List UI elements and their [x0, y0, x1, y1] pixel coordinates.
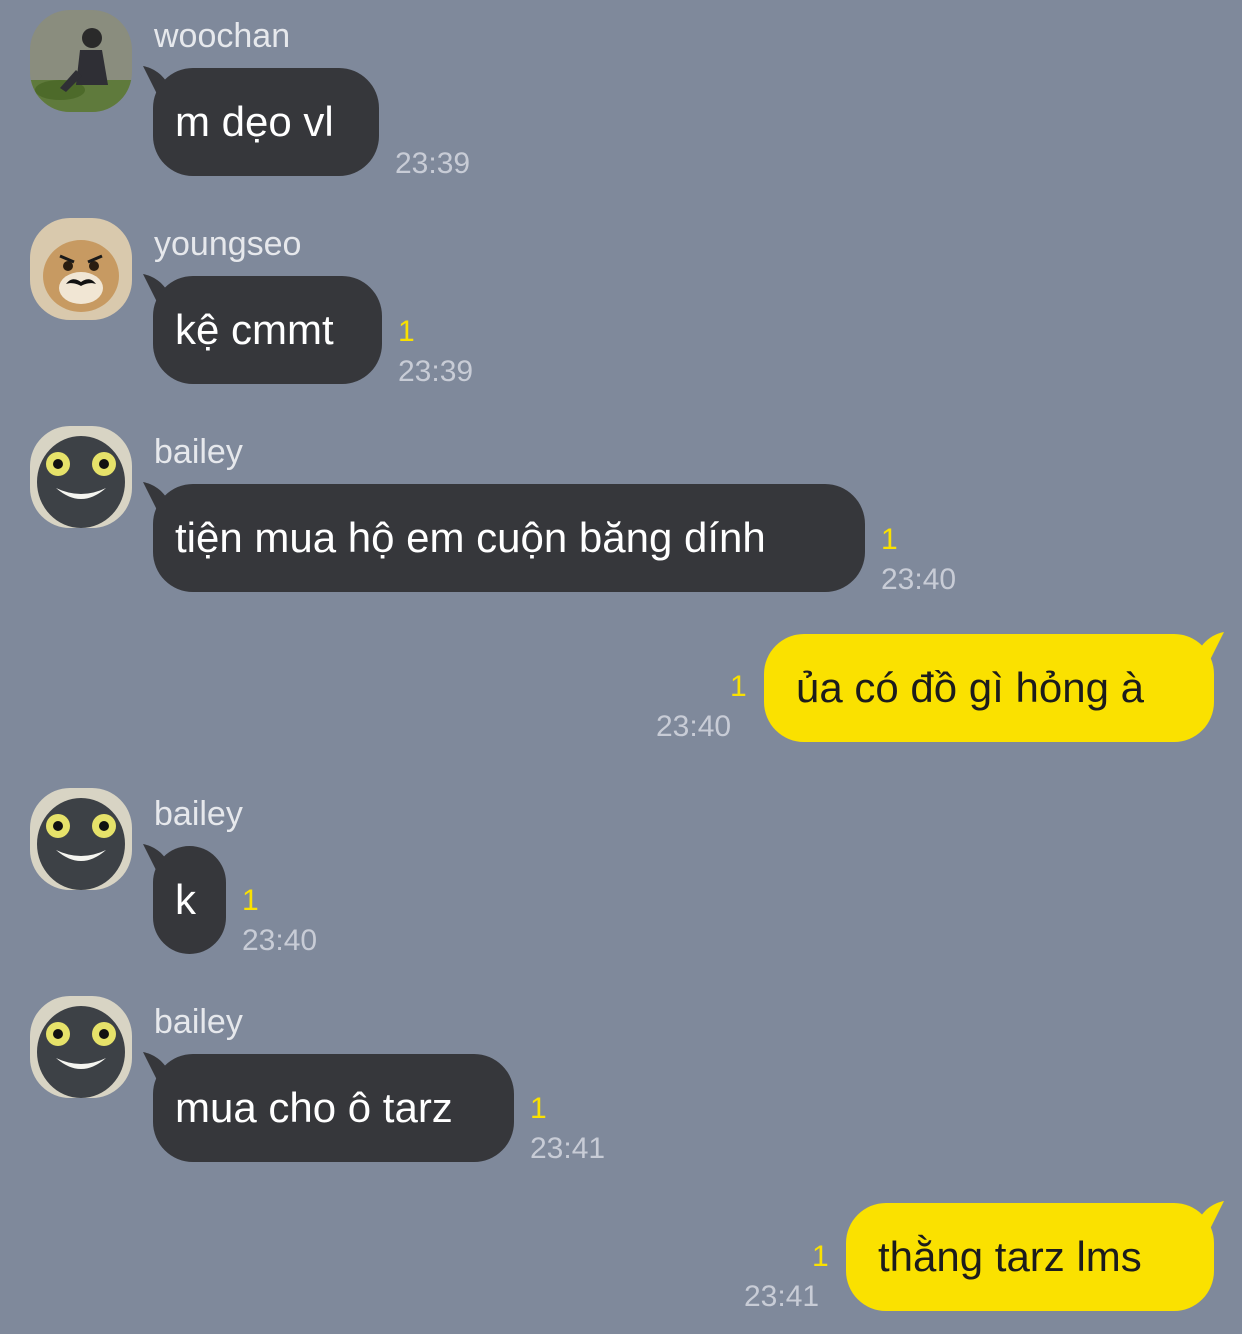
sender-name: youngseo [154, 225, 302, 263]
message-text: tiện mua hộ em cuộn băng dính [175, 514, 766, 561]
unread-count: 1 [530, 1092, 547, 1125]
message-time: 23:41 [530, 1132, 606, 1165]
message-bubble[interactable]: m dẹo vl [143, 66, 379, 176]
message-bubble[interactable]: mua cho ô tarz [143, 1052, 514, 1162]
bubble-tail [1198, 1201, 1224, 1229]
sender-name: woochan [154, 17, 291, 55]
unread-count: 1 [881, 523, 898, 556]
grinning-creature-avatar [30, 996, 132, 1098]
unread-count: 1 [812, 1240, 829, 1273]
message-text: m dẹo vl [175, 98, 334, 145]
avatar[interactable] [30, 426, 132, 528]
bubble-tail [143, 1052, 169, 1080]
bubble-tail [143, 844, 169, 872]
message-text: thằng tarz lms [878, 1233, 1142, 1280]
message-time: 23:41 [744, 1280, 820, 1313]
sender-name: bailey [154, 1003, 243, 1041]
avatar[interactable] [30, 218, 132, 320]
bubble-tail [143, 66, 169, 94]
message-time: 23:39 [398, 355, 474, 388]
unread-count: 1 [242, 884, 259, 917]
grinning-creature-avatar [30, 426, 132, 528]
message-bubble[interactable]: ủa có đồ gì hỏng à [764, 632, 1224, 742]
bubble-tail [143, 482, 169, 510]
message-bubble[interactable]: thằng tarz lms [846, 1201, 1224, 1311]
unread-count: 1 [398, 315, 415, 348]
avatar[interactable] [30, 788, 132, 890]
message-text: kệ cmmt [175, 306, 334, 353]
avatar[interactable] [30, 10, 132, 112]
message-bubble[interactable]: kệ cmmt [143, 274, 382, 384]
message-bubble[interactable]: k [143, 844, 226, 954]
message-time: 23:39 [395, 147, 471, 180]
message-text: k [175, 876, 196, 923]
kitten-with-mustache-avatar [30, 218, 132, 320]
chat-view[interactable]: woochan m dẹo vl 23:39 youngseo kệ cmmt … [0, 0, 1242, 1334]
grinning-creature-avatar [30, 788, 132, 890]
avatar[interactable] [30, 996, 132, 1098]
message-text: ủa có đồ gì hỏng à [796, 664, 1144, 711]
bubble-tail [143, 274, 169, 302]
message-time: 23:40 [881, 563, 957, 596]
message-time: 23:40 [656, 710, 732, 743]
message-time: 23:40 [242, 924, 318, 957]
man-sitting-on-rock-avatar [30, 10, 132, 112]
sender-name: bailey [154, 795, 243, 833]
sender-name: bailey [154, 433, 243, 471]
message-bubble[interactable]: tiện mua hộ em cuộn băng dính [143, 482, 865, 592]
bubble-tail [1198, 632, 1224, 660]
message-text: mua cho ô tarz [175, 1084, 453, 1131]
unread-count: 1 [730, 670, 747, 703]
